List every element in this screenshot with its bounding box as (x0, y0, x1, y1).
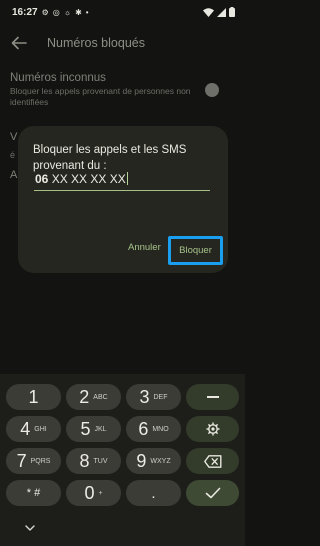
key-5[interactable]: 5 JKL (66, 416, 121, 442)
phone-number-input[interactable]: 06 XX XX XX XX (34, 167, 210, 191)
signal-icon (217, 7, 226, 17)
compass-icon: ◎ (52, 7, 60, 17)
block-button-label: Bloquer (179, 245, 212, 256)
key-8-main: 8 (79, 450, 90, 471)
page-title: Numéros bloqués (47, 36, 145, 50)
back-arrow-icon[interactable] (10, 34, 28, 52)
key-period[interactable]: . (126, 480, 181, 506)
minus-key[interactable] (186, 384, 239, 410)
backspace-icon (203, 454, 221, 468)
key-period-main: . (151, 484, 156, 502)
unknown-numbers-toggle[interactable] (205, 83, 219, 97)
settings-icon: ⚙ (41, 7, 49, 17)
key-7-main: 7 (16, 450, 27, 471)
key-0-sub: + (98, 489, 103, 497)
key-6-sub: MNO (152, 425, 169, 433)
block-button[interactable]: Bloquer (168, 236, 223, 265)
key-9-sub: WXYZ (150, 457, 171, 465)
status-right-cluster (203, 7, 235, 17)
brightness-icon: ☼ (63, 7, 72, 17)
status-bar: 16:27 ⚙ ◎ ☼ ✱ • (0, 0, 245, 24)
input-value-prefix: 06 (35, 172, 49, 186)
status-time: 16:27 (12, 6, 38, 18)
battery-icon (229, 7, 235, 17)
comma-settings-key[interactable] (186, 416, 239, 442)
backspace-key[interactable] (186, 448, 239, 474)
key-6-main: 6 (138, 418, 149, 439)
wifi-icon (203, 7, 214, 17)
key-8[interactable]: 8 TUV (66, 448, 121, 474)
done-key[interactable] (186, 480, 239, 506)
key-3-main: 3 (139, 386, 150, 407)
key-3[interactable]: 3 DEF (126, 384, 181, 410)
checkmark-icon (205, 487, 220, 499)
dot-icon: • (85, 7, 89, 17)
key-4-main: 4 (20, 418, 31, 439)
key-2-main: 2 (79, 386, 90, 407)
key-0-main: 0 (84, 482, 95, 503)
key-1-main: 1 (28, 386, 39, 407)
unknown-numbers-title[interactable]: Numéros inconnus (10, 72, 106, 84)
bluetooth-icon: ✱ (75, 7, 82, 17)
numeric-keyboard: 1 2 ABC 3 DEF 4 GHI 5 JKL 6 MNO 7 PQRS 8 TUV 9W… (0, 374, 245, 546)
key-5-sub: JKL (94, 425, 107, 433)
chevron-down-icon[interactable] (25, 524, 35, 532)
app-bar: Numéros bloqués (0, 28, 245, 60)
key-4-sub: GHI (34, 425, 47, 433)
key-7-sub: PQRS (30, 457, 51, 465)
key-9-main: 9 (136, 450, 147, 471)
unknown-numbers-summary: Bloquer les appels provenant de personne… (10, 86, 191, 107)
key-7[interactable]: 7 PQRS (6, 448, 61, 474)
cancel-button[interactable]: Annuler (128, 242, 161, 253)
obscured-text-2: é (10, 150, 16, 160)
key-8-sub: TUV (93, 457, 108, 465)
key-star-hash-main: * # (26, 487, 41, 499)
key-star-hash[interactable]: * # (6, 480, 61, 506)
key-2[interactable]: 2 ABC (66, 384, 121, 410)
settings-key-icon (206, 422, 219, 436)
key-9[interactable]: 9 WXYZ (126, 448, 181, 474)
obscured-text-1: V (10, 131, 18, 143)
key-5-main: 5 (80, 418, 91, 439)
key-6[interactable]: 6 MNO (126, 416, 181, 442)
key-2-sub: ABC (93, 393, 108, 401)
key-0[interactable]: 0 + (66, 480, 121, 506)
key-4[interactable]: 4 GHI (6, 416, 61, 442)
key-3-sub: DEF (153, 393, 168, 401)
minus-icon (206, 396, 219, 398)
obscured-text-3: A (10, 169, 18, 181)
block-number-dialog: Bloquer les appels et les SMS provenant … (18, 126, 228, 273)
input-value-rest: XX XX XX XX (48, 172, 126, 186)
text-cursor (126, 172, 129, 185)
key-1[interactable]: 1 (6, 384, 61, 410)
